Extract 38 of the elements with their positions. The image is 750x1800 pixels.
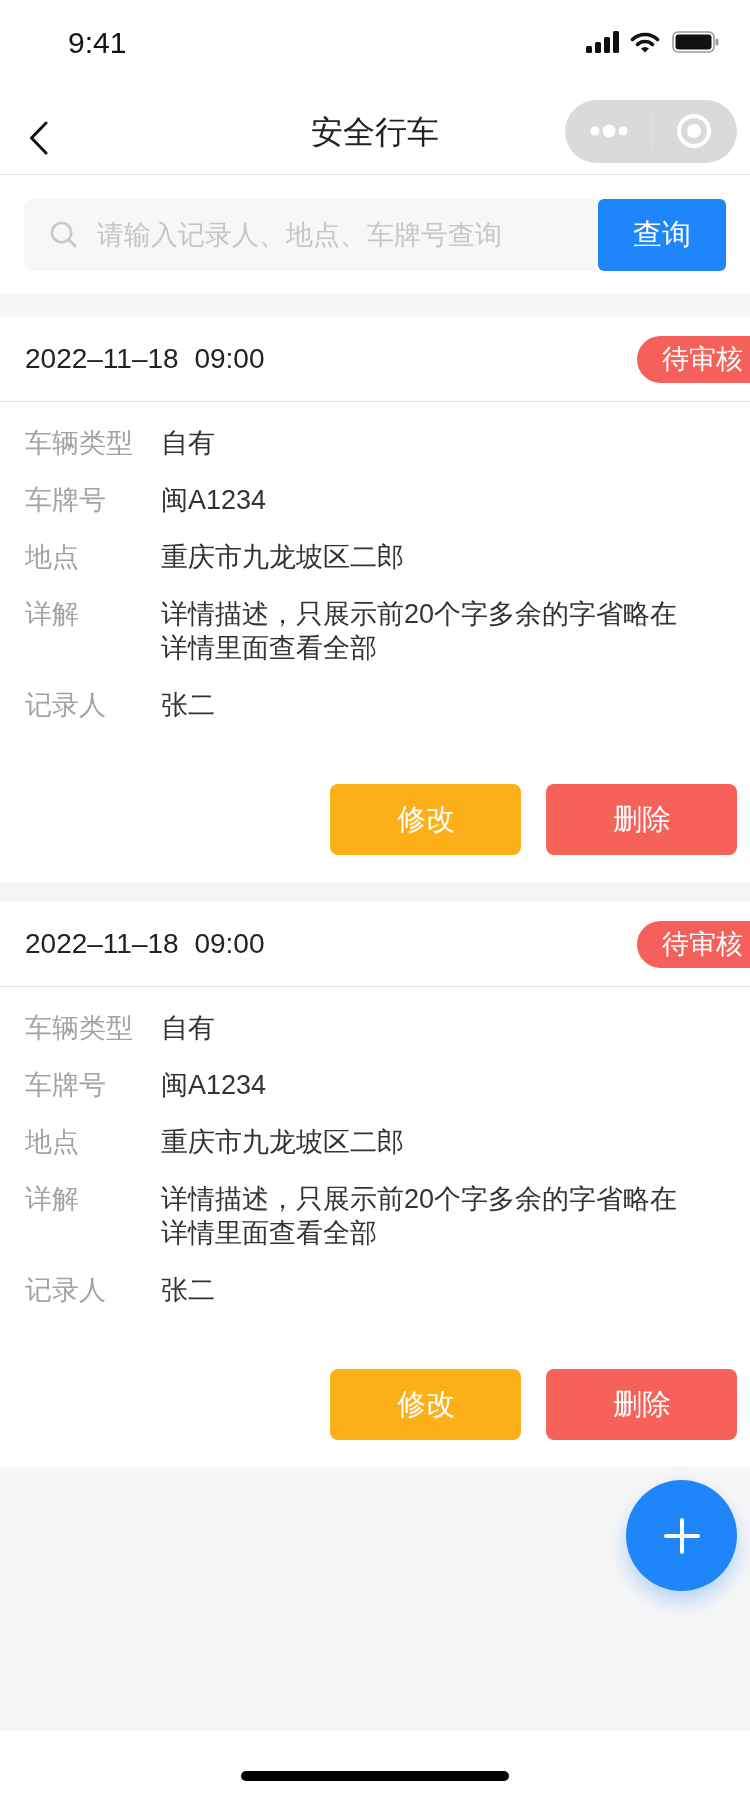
field-value: 闽A1234 xyxy=(161,484,267,517)
search-button[interactable]: 查询 xyxy=(598,199,726,271)
back-icon[interactable] xyxy=(29,121,48,155)
delete-button[interactable]: 删除 xyxy=(546,1369,737,1440)
field-label: 详解 xyxy=(25,1183,80,1216)
field-value: 详情描述，只展示前20个字多余的字省略在详情里面查看全部 xyxy=(161,1183,679,1250)
field-label: 详解 xyxy=(25,598,80,631)
field-label: 地点 xyxy=(25,541,80,574)
edit-button[interactable]: 修改 xyxy=(330,784,521,855)
record-datetime: 2022–11–18 09:00 xyxy=(25,928,265,960)
delete-button[interactable]: 删除 xyxy=(546,784,737,855)
field-label: 记录人 xyxy=(25,689,107,722)
field-value: 自有 xyxy=(161,427,215,460)
battery-icon xyxy=(672,31,719,53)
field-value: 重庆市九龙坡区二郎 xyxy=(161,541,404,574)
field-label: 车牌号 xyxy=(25,484,107,517)
add-button[interactable] xyxy=(626,1480,737,1591)
signal-icon xyxy=(586,31,620,53)
field-label: 车辆类型 xyxy=(25,427,134,460)
wifi-icon xyxy=(630,31,660,53)
field-label: 地点 xyxy=(25,1126,80,1159)
field-value: 自有 xyxy=(161,1012,215,1045)
field-label: 车牌号 xyxy=(25,1069,107,1102)
plus-icon xyxy=(663,1517,700,1554)
field-value: 重庆市九龙坡区二郎 xyxy=(161,1126,404,1159)
field-value: 张二 xyxy=(161,689,215,722)
record-datetime: 2022–11–18 09:00 xyxy=(25,343,265,375)
field-value: 详情描述，只展示前20个字多余的字省略在详情里面查看全部 xyxy=(161,598,679,665)
edit-button[interactable]: 修改 xyxy=(330,1369,521,1440)
field-value: 闽A1234 xyxy=(161,1069,267,1102)
field-label: 记录人 xyxy=(25,1274,107,1307)
search-icon xyxy=(50,221,77,248)
field-label: 车辆类型 xyxy=(25,1012,134,1045)
status-badge: 待审核 xyxy=(637,335,750,383)
field-value: 张二 xyxy=(161,1274,215,1307)
page-title: 安全行车 xyxy=(311,113,439,152)
status-badge: 待审核 xyxy=(637,920,750,968)
status-time: 9:41 xyxy=(68,26,127,60)
